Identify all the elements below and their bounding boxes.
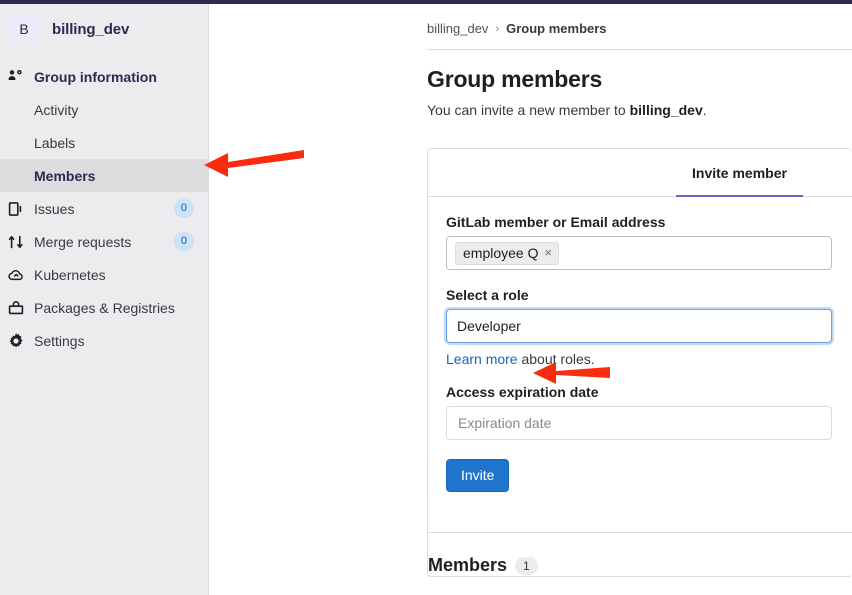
members-count-badge: 1 xyxy=(515,556,538,575)
sidebar-item-kubernetes[interactable]: Kubernetes xyxy=(0,258,208,291)
expiration-field-label: Access expiration date xyxy=(446,384,599,400)
sidebar-item-label: Group information xyxy=(34,68,157,85)
header-divider xyxy=(427,49,852,50)
sidebar-item-group-information[interactable]: Group information xyxy=(0,60,208,93)
breadcrumb-separator-icon: › xyxy=(495,22,500,35)
breadcrumb-current: Group members xyxy=(506,21,607,36)
breadcrumb-root[interactable]: billing_dev xyxy=(427,21,488,36)
tab-active-underline xyxy=(676,195,803,197)
member-token-input[interactable]: employee Q × xyxy=(446,236,832,270)
tab-invite-member[interactable]: Invite member xyxy=(676,149,803,197)
role-helper-text: Learn more about roles. xyxy=(446,351,832,367)
role-select-value: Developer xyxy=(457,318,521,334)
card-footer-divider xyxy=(428,532,852,533)
page-subtitle-suffix: . xyxy=(702,102,707,118)
member-token-label: employee Q xyxy=(463,244,539,261)
learn-more-link[interactable]: Learn more xyxy=(446,351,518,367)
members-heading-label: Members xyxy=(428,555,508,575)
invite-form: GitLab member or Email address employee … xyxy=(428,197,852,512)
sidebar-item-settings[interactable]: Settings xyxy=(0,324,208,357)
package-icon xyxy=(8,300,24,316)
group-icon xyxy=(8,69,24,85)
tab-label: Invite member xyxy=(692,164,787,181)
sidebar-item-label: Labels xyxy=(34,134,76,151)
expiration-field-group: Access expiration date Expiration date xyxy=(446,384,832,440)
sidebar-item-merge-requests[interactable]: Merge requests 0 xyxy=(0,225,208,258)
sidebar-item-members[interactable]: Members xyxy=(0,159,208,192)
close-icon[interactable]: × xyxy=(544,246,552,259)
expiration-date-placeholder: Expiration date xyxy=(458,415,552,431)
main-content: billing_dev › Group members Group member… xyxy=(210,4,852,595)
members-section-heading: Members 1 xyxy=(428,555,852,576)
invite-button[interactable]: Invite xyxy=(446,459,510,492)
sidebar-item-label: Packages & Registries xyxy=(34,299,175,316)
page-title: Group members xyxy=(427,66,603,92)
group-header[interactable]: B billing_dev xyxy=(0,4,208,54)
sidebar-nav: Group information Activity Labels Member… xyxy=(0,60,208,357)
member-field-label: GitLab member or Email address xyxy=(446,214,666,230)
page-subtitle: You can invite a new member to billing_d… xyxy=(427,102,852,118)
sidebar-item-label: Members xyxy=(34,167,96,184)
sidebar-item-label: Issues xyxy=(34,200,75,217)
sidebar-item-packages-registries[interactable]: Packages & Registries xyxy=(0,291,208,324)
sidebar-item-label: Kubernetes xyxy=(34,266,106,283)
sidebar: B billing_dev Group information Activity… xyxy=(0,4,209,595)
sidebar-item-activity[interactable]: Activity xyxy=(0,93,208,126)
sidebar-item-issues[interactable]: Issues 0 xyxy=(0,192,208,225)
invite-member-card: Invite member GitLab member or Email add… xyxy=(427,148,852,577)
member-field-group: GitLab member or Email address employee … xyxy=(446,214,832,270)
sidebar-item-label: Activity xyxy=(34,101,79,118)
page-subtitle-prefix: You can invite a new member to xyxy=(427,102,630,118)
role-select-wrapper: Developer xyxy=(446,309,832,343)
sidebar-item-label: Settings xyxy=(34,332,85,349)
expiration-date-input[interactable]: Expiration date xyxy=(446,406,832,440)
breadcrumb: billing_dev › Group members xyxy=(427,4,852,36)
page-subtitle-group: billing_dev xyxy=(629,102,703,118)
group-avatar: B xyxy=(8,13,40,45)
merge-request-icon xyxy=(8,234,24,250)
app-root: B billing_dev Group information Activity… xyxy=(0,0,852,595)
kubernetes-icon xyxy=(8,267,24,283)
member-token[interactable]: employee Q × xyxy=(455,241,560,265)
issues-count-badge: 0 xyxy=(173,199,194,218)
issues-icon xyxy=(8,201,24,217)
role-select[interactable]: Developer xyxy=(446,309,832,343)
sidebar-item-label: Merge requests xyxy=(34,233,132,250)
role-field-label: Select a role xyxy=(446,287,529,303)
group-name: billing_dev xyxy=(52,20,130,38)
gear-icon xyxy=(8,332,24,349)
merge-requests-count-badge: 0 xyxy=(173,232,194,251)
role-field-group: Select a role Developer Learn more about… xyxy=(446,287,832,367)
role-helper-rest: about roles. xyxy=(517,351,595,367)
card-tab-bar: Invite member xyxy=(428,149,852,197)
sidebar-item-labels[interactable]: Labels xyxy=(0,126,208,159)
